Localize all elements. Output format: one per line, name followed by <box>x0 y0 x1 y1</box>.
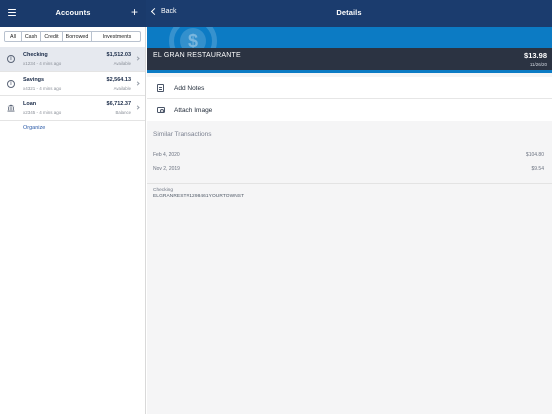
account-status: Balance <box>115 110 131 115</box>
merchant-name: EL GRAN RESTAURANTE <box>153 52 241 59</box>
account-amount: $1,512.03 <box>106 52 131 58</box>
attach-image-label: Attach Image <box>174 106 213 114</box>
add-notes-label: Add Notes <box>174 84 205 92</box>
camera-icon <box>157 107 165 113</box>
transaction-memo: Checking ELGRANREST#1298461YOURTOWNST <box>153 188 244 199</box>
similar-transaction-amount: $9.54 <box>531 166 544 172</box>
account-list: i Checking x1234 - 4 mins ago $1,512.03 … <box>0 47 145 121</box>
organize-link[interactable]: Organize <box>23 125 45 131</box>
filter-all[interactable]: All <box>5 32 22 41</box>
similar-transactions-list: Feb 4, 2020 $104.80 Nov 2, 2019 $9.54 <box>147 148 552 176</box>
filter-borrowed[interactable]: Borrowed <box>63 32 92 41</box>
transaction-details: $ EL GRAN RESTAURANTE $13.98 11/26/20 Ad… <box>147 27 552 414</box>
account-status: Available <box>113 85 131 91</box>
account-row-loan[interactable]: Loan x2345 - 4 mins ago $6,712.37 Balanc… <box>0 96 145 121</box>
similar-transactions-header: Similar Transactions <box>153 131 212 138</box>
account-subtitle: x4321 - 4 mins ago <box>23 85 62 91</box>
account-amount: $2,564.13 <box>106 76 131 83</box>
transaction-date: 11/26/20 <box>529 61 547 67</box>
account-name: Checking <box>23 52 48 58</box>
chevron-right-icon <box>135 56 140 61</box>
account-subtitle: x2345 - 4 mins ago <box>23 110 62 115</box>
notes-icon <box>157 84 164 92</box>
memo-description: ELGRANREST#1298461YOURTOWNST <box>153 193 245 199</box>
similar-transaction-row[interactable]: Feb 4, 2020 $104.80 <box>147 148 552 162</box>
divider <box>147 183 552 184</box>
filter-cash[interactable]: Cash <box>22 32 41 41</box>
account-amount: $6,712.37 <box>106 101 131 107</box>
transaction-summary-band: EL GRAN RESTAURANTE $13.98 11/26/20 <box>147 48 552 70</box>
similar-transaction-row[interactable]: Nov 2, 2019 $9.54 <box>147 162 552 176</box>
filter-investments[interactable]: Investments <box>92 32 140 41</box>
filter-credit[interactable]: Credit <box>41 32 63 41</box>
accounts-title: Accounts <box>55 8 91 17</box>
info-circle-icon: i <box>7 79 15 88</box>
accounts-sidebar: All Cash Credit Borrowed Investments i C… <box>0 27 146 414</box>
transaction-hero: $ EL GRAN RESTAURANTE $13.98 11/26/20 <box>147 27 552 73</box>
similar-transaction-amount: $104.80 <box>525 152 544 158</box>
details-header: Back Details <box>146 0 552 27</box>
account-row-savings[interactable]: i Savings x4321 - 4 mins ago $2,564.13 A… <box>0 72 145 96</box>
account-subtitle: x1234 - 4 mins ago <box>23 61 62 66</box>
details-title: Details <box>336 8 362 17</box>
similar-transaction-date: Feb 4, 2020 <box>153 152 180 158</box>
plus-icon[interactable]: + <box>131 6 138 18</box>
info-circle-icon: i <box>7 55 15 63</box>
attach-image-button[interactable]: Attach Image <box>147 99 552 121</box>
account-row-checking[interactable]: i Checking x1234 - 4 mins ago $1,512.03 … <box>0 47 145 72</box>
bank-icon <box>7 104 15 112</box>
account-status: Available <box>113 61 131 66</box>
transaction-amount: $13.98 <box>524 51 547 60</box>
chevron-right-icon <box>135 80 140 86</box>
similar-transaction-date: Nov 2, 2019 <box>153 166 180 172</box>
account-filter-segmented-control: All Cash Credit Borrowed Investments <box>4 31 141 42</box>
account-name: Savings <box>23 76 45 83</box>
accounts-header: Accounts + <box>0 0 146 27</box>
transaction-actions: Add Notes Attach Image <box>147 77 552 121</box>
add-notes-button[interactable]: Add Notes <box>147 77 552 99</box>
chevron-right-icon <box>135 105 140 110</box>
account-name: Loan <box>23 101 37 107</box>
